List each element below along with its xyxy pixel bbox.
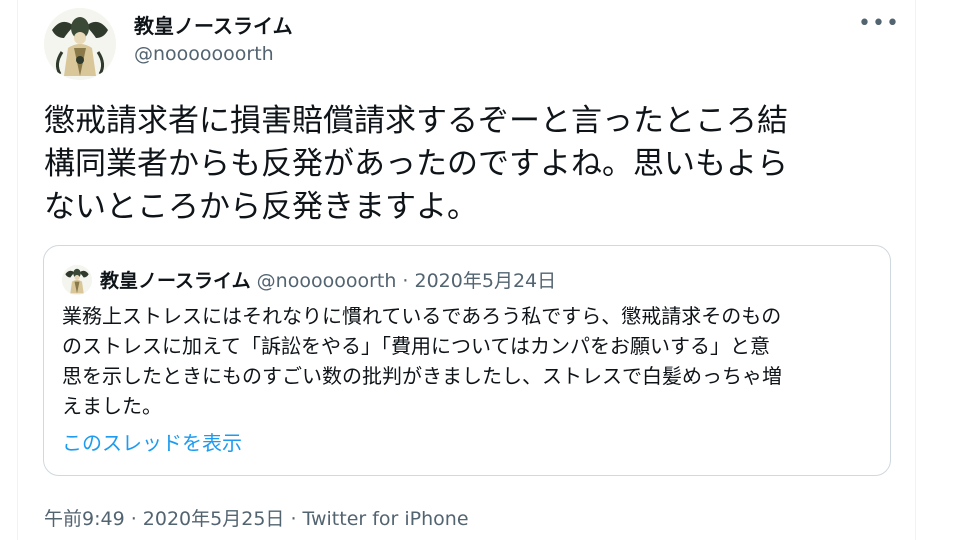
quoted-tweet[interactable]: 教皇ノースライム @nooooooorth · 2020年5月24日 業務上ストレ… xyxy=(43,245,891,476)
quoted-tweet-text: 業務上ストレスにはそれなりに慣れているであろう私ですら、懲戒請求そのもの のスト… xyxy=(62,304,782,418)
quoted-author-avatar xyxy=(62,265,92,295)
show-thread-link[interactable]: このスレッドを表示 xyxy=(62,427,242,456)
more-options-button[interactable]: ••• xyxy=(858,8,899,38)
tweet-timestamp[interactable]: 午前9:49 · 2020年5月25日 · Twitter for iPhone xyxy=(44,504,469,531)
pope-illustration-avatar-small xyxy=(62,265,92,295)
tweet-text: 懲戒請求者に損害賠償請求するぞーと言ったところ結 構同業者からも反発があったので… xyxy=(44,103,788,225)
author-handle[interactable]: @nooooooorth xyxy=(134,43,274,65)
pope-illustration-avatar xyxy=(44,8,116,80)
quoted-author-name: 教皇ノースライム xyxy=(100,270,251,292)
quoted-header: 教皇ノースライム @nooooooorth · 2020年5月24日 xyxy=(100,266,556,293)
author-name[interactable]: 教皇ノースライム xyxy=(134,10,293,39)
more-horizontal-icon: ••• xyxy=(858,10,900,36)
author-avatar[interactable] xyxy=(44,8,116,80)
quoted-meta: @nooooooorth · 2020年5月24日 xyxy=(256,270,557,292)
